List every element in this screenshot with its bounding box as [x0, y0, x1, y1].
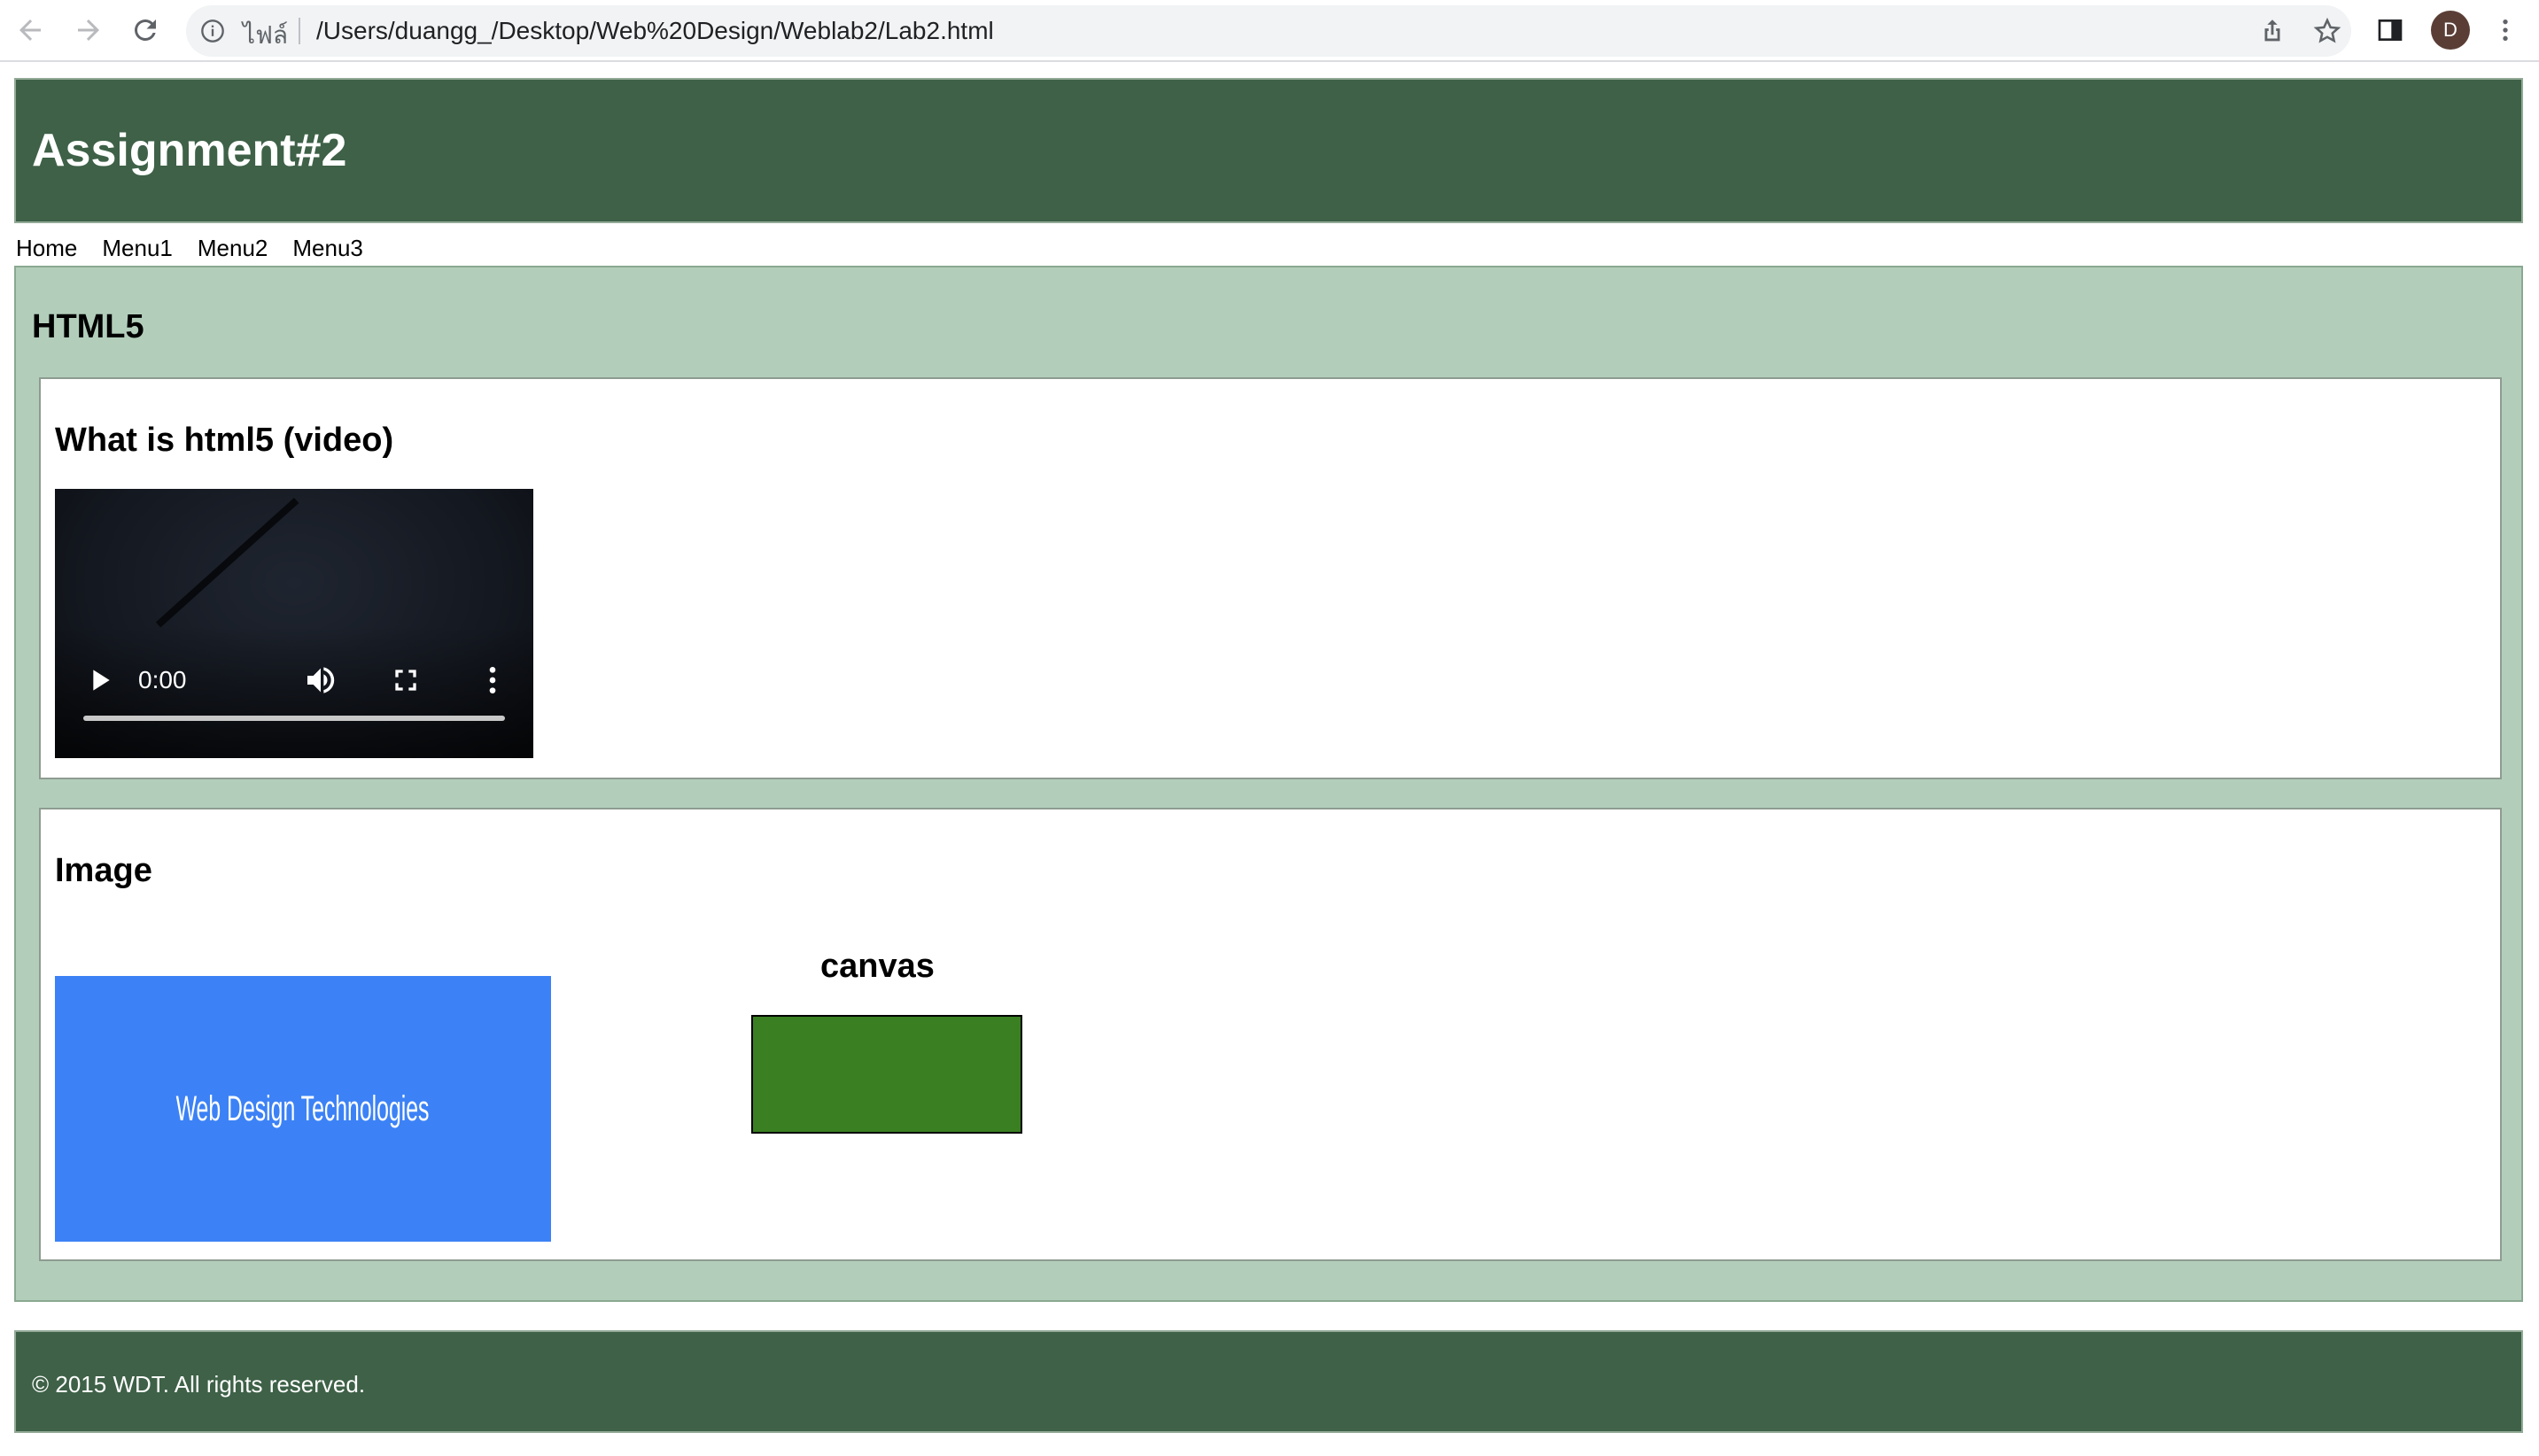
video-more-icon[interactable]: [475, 662, 510, 698]
forward-arrow-icon: [78, 19, 99, 41]
play-icon[interactable]: [82, 662, 117, 698]
web-page: Assignment#2 Home Menu1 Menu2 Menu3 HTML…: [0, 64, 2539, 1456]
video-section: What is html5 (video) 0:00: [39, 377, 2502, 779]
reload-icon: [135, 19, 156, 41]
side-panel-icon: [2378, 19, 2403, 41]
browser-menu-button[interactable]: [2486, 11, 2525, 50]
browser-toolbar: ไฟล์ /Users/duangg_/Desktop/Web%20Design…: [0, 0, 2539, 62]
star-icon[interactable]: [2312, 16, 2342, 46]
info-icon[interactable]: [200, 19, 225, 43]
video-controls-gradient: [55, 625, 533, 758]
back-arrow-icon: [19, 19, 41, 41]
image-section: Image Web Design Technologies canvas: [39, 808, 2502, 1261]
video-player[interactable]: 0:00: [55, 489, 533, 758]
video-section-heading: What is html5 (video): [55, 422, 394, 459]
video-frame-streak: [155, 498, 299, 628]
image-caption-text: Web Design Technologies: [176, 1088, 430, 1128]
page-title: Assignment#2: [32, 125, 347, 176]
canvas-label: canvas: [820, 948, 935, 985]
side-panel-button[interactable]: [2371, 11, 2410, 50]
reload-button[interactable]: [124, 9, 167, 51]
video-time: 0:00: [138, 666, 187, 693]
menu-item-menu3[interactable]: Menu3: [292, 232, 363, 264]
canvas-rectangle: [751, 1015, 1022, 1134]
copyright-text: © 2015 WDT. All rights reserved.: [32, 1371, 366, 1398]
profile-avatar[interactable]: D: [2431, 11, 2470, 50]
share-icon[interactable]: [2257, 16, 2287, 46]
menu-item-menu2[interactable]: Menu2: [198, 232, 268, 264]
main-menu: Home Menu1 Menu2 Menu3: [16, 232, 363, 264]
main-content: HTML5 What is html5 (video) 0:00 Image W…: [14, 266, 2523, 1302]
file-scheme-label: ไฟล์: [243, 20, 289, 50]
section-heading-html5: HTML5: [32, 308, 144, 345]
video-progress-bar[interactable]: [83, 716, 505, 721]
address-bar[interactable]: ไฟล์ /Users/duangg_/Desktop/Web%20Design…: [186, 5, 2351, 57]
back-button[interactable]: [9, 9, 51, 51]
image-section-heading: Image: [55, 852, 152, 889]
web-design-image: Web Design Technologies: [55, 976, 551, 1242]
forward-button[interactable]: [67, 9, 110, 51]
page-header: Assignment#2: [14, 78, 2523, 223]
url-text[interactable]: /Users/duangg_/Desktop/Web%20Design/Webl…: [316, 17, 994, 45]
address-divider: [299, 18, 300, 44]
menu-item-home[interactable]: Home: [16, 232, 77, 264]
menu-item-menu1[interactable]: Menu1: [102, 232, 173, 264]
page-footer: © 2015 WDT. All rights reserved.: [14, 1330, 2523, 1433]
kebab-menu-icon: [2503, 19, 2508, 41]
fullscreen-icon[interactable]: [388, 662, 423, 698]
volume-icon[interactable]: [303, 662, 338, 698]
